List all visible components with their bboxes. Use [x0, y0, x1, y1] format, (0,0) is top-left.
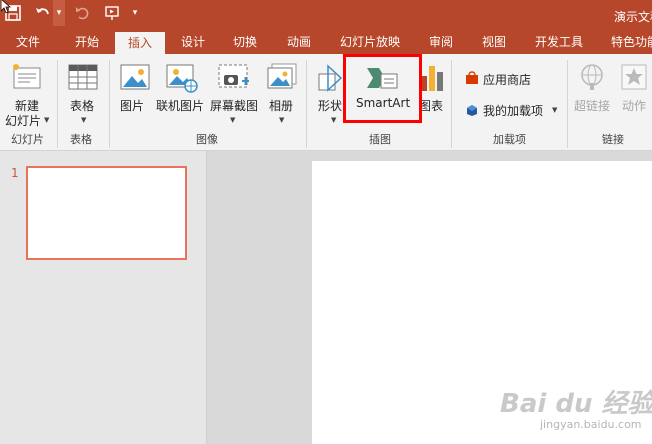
my-addins-label[interactable]: 我的加载项: [483, 102, 543, 119]
picture-icon[interactable]: [120, 63, 150, 97]
group-separator: [109, 60, 110, 148]
table-icon[interactable]: [68, 63, 98, 95]
picture-label[interactable]: 图片: [120, 97, 144, 114]
watermark-url: jingyan.baidu.com: [540, 418, 642, 431]
screenshot-dropdown-icon[interactable]: ▼: [230, 116, 235, 124]
group-separator: [306, 60, 307, 148]
table-label[interactable]: 表格: [70, 97, 94, 114]
photo-album-dropdown-icon[interactable]: ▼: [279, 116, 284, 124]
slide-thumbnail[interactable]: [26, 166, 187, 260]
title-bar: [0, 0, 652, 30]
tab-view[interactable]: 视图: [482, 30, 506, 54]
chart-icon[interactable]: [420, 64, 444, 96]
store-icon[interactable]: [465, 70, 479, 89]
tab-review[interactable]: 审阅: [429, 30, 453, 54]
store-label[interactable]: 应用商店: [483, 71, 531, 88]
tab-slideshow[interactable]: 幻灯片放映: [340, 30, 400, 54]
undo-icon[interactable]: [34, 0, 52, 26]
shapes-dropdown-icon[interactable]: ▼: [331, 116, 336, 124]
group-separator: [57, 60, 58, 148]
tab-animations[interactable]: 动画: [287, 30, 311, 54]
new-slide-dropdown-icon[interactable]: ▼: [44, 116, 49, 124]
online-picture-icon[interactable]: [166, 63, 198, 97]
new-slide-label-2[interactable]: 幻灯片: [5, 112, 41, 129]
cursor-icon: [0, 0, 12, 13]
table-dropdown-icon[interactable]: ▼: [81, 116, 86, 124]
undo-dropdown-icon[interactable]: ▾: [53, 0, 65, 26]
tab-insert[interactable]: 插入: [115, 32, 165, 54]
tab-developer[interactable]: 开发工具: [535, 30, 583, 54]
screenshot-icon[interactable]: [218, 63, 250, 97]
shapes-icon[interactable]: [317, 64, 343, 96]
new-slide-icon[interactable]: [12, 62, 42, 96]
group-label-images: 图像: [196, 133, 218, 146]
tab-design[interactable]: 设计: [181, 30, 205, 54]
photo-album-label[interactable]: 相册: [269, 97, 293, 114]
watermark-brand: Bai du 经验: [500, 389, 652, 419]
my-addins-icon[interactable]: [465, 102, 479, 121]
start-slideshow-icon[interactable]: [101, 0, 123, 26]
group-label-tables: 表格: [70, 133, 92, 146]
window-title: 演示文稿: [614, 10, 652, 24]
tab-transitions[interactable]: 切换: [233, 30, 257, 54]
action-icon[interactable]: [621, 63, 647, 95]
group-label-illustrations: 插图: [369, 133, 391, 146]
chart-label[interactable]: 图表: [419, 97, 443, 114]
shapes-label[interactable]: 形状: [318, 97, 342, 114]
customize-qat-icon[interactable]: ▾: [128, 0, 142, 26]
screenshot-label[interactable]: 屏幕截图: [210, 97, 258, 114]
slide-number: 1: [11, 166, 19, 180]
action-label[interactable]: 动作: [622, 97, 646, 114]
tab-file[interactable]: 文件: [16, 30, 40, 54]
photo-album-icon[interactable]: [267, 63, 297, 97]
hyperlink-icon[interactable]: [578, 63, 606, 95]
redo-icon[interactable]: [74, 0, 92, 26]
smartart-highlight-box: [343, 54, 422, 123]
tab-home[interactable]: 开始: [75, 30, 99, 54]
group-label-slides: 幻灯片: [11, 133, 44, 146]
online-picture-label[interactable]: 联机图片: [156, 97, 204, 114]
group-separator: [567, 60, 568, 148]
group-label-links: 链接: [602, 133, 624, 146]
my-addins-dropdown-icon[interactable]: ▼: [552, 106, 557, 114]
tab-features[interactable]: 特色功能: [611, 30, 652, 54]
group-separator: [451, 60, 452, 148]
hyperlink-label[interactable]: 超链接: [574, 97, 610, 114]
group-label-addins: 加载项: [493, 133, 526, 146]
